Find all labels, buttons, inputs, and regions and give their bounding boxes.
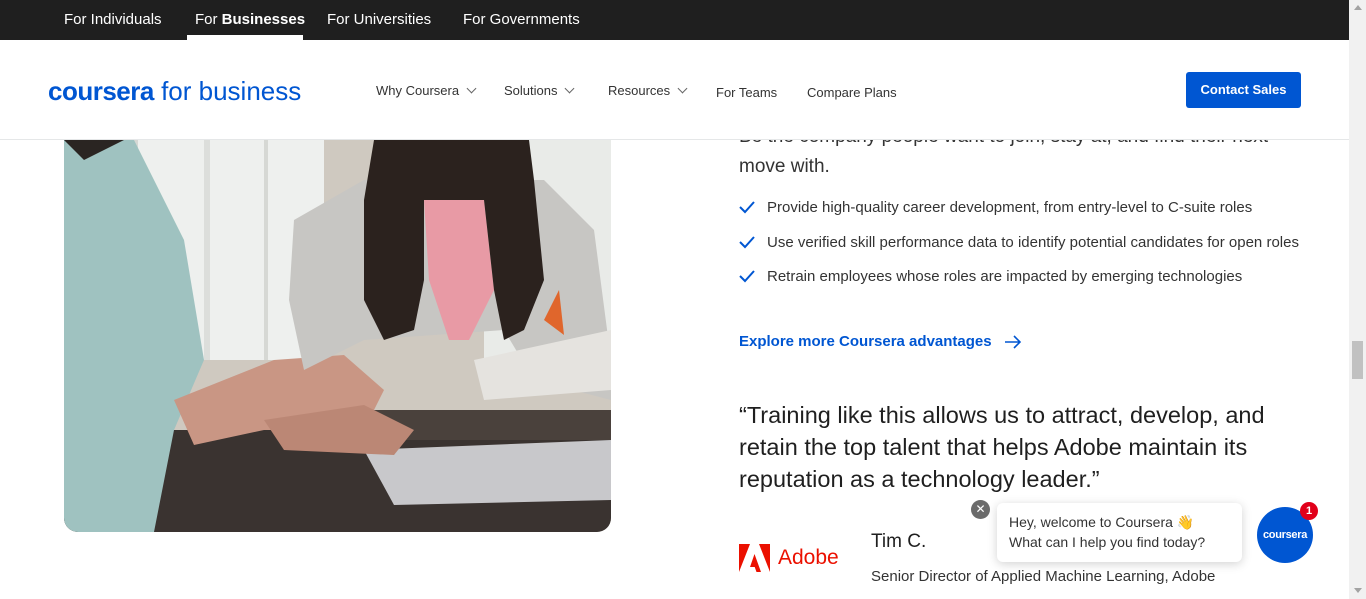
tab-businesses-label: Businesses — [221, 11, 306, 28]
nav-solutions-label: Solutions — [504, 83, 558, 98]
nav-for-teams[interactable]: For Teams — [716, 85, 777, 100]
checkmark-icon — [739, 201, 755, 214]
nav-why-coursera-label: Why Coursera — [376, 83, 460, 98]
testimonial-author: Tim C. — [871, 531, 927, 552]
list-item: Retrain employees whose roles are impact… — [739, 265, 1299, 300]
scroll-up-icon[interactable] — [1354, 5, 1362, 10]
list-item-text: Use verified skill performance data to i… — [767, 233, 1299, 251]
tab-governments[interactable]: For Governments — [463, 0, 580, 40]
nav-resources-label: Resources — [608, 83, 671, 98]
nav-solutions[interactable]: Solutions — [504, 83, 575, 98]
contact-sales-button[interactable]: Contact Sales — [1186, 72, 1301, 108]
benefits-list: Provide high-quality career development,… — [739, 196, 1299, 300]
nav-compare-plans[interactable]: Compare Plans — [807, 85, 897, 100]
checkmark-icon — [739, 270, 755, 283]
nav-why-coursera[interactable]: Why Coursera — [376, 83, 477, 98]
explore-link-label: Explore more Coursera advantages — [739, 333, 992, 350]
testimonial-quote: “Training like this allows us to attract… — [739, 402, 1265, 492]
list-item: Use verified skill performance data to i… — [739, 231, 1299, 266]
chat-close-button[interactable]: ✕ — [971, 500, 990, 519]
logo-brand: coursera — [48, 76, 154, 106]
chevron-down-icon — [565, 83, 575, 94]
checkmark-icon — [739, 235, 755, 248]
audience-bar: For Individuals For Businesses For Unive… — [0, 0, 1349, 40]
tab-individuals[interactable]: For Individuals — [64, 0, 162, 40]
chat-greeting-line1: Hey, welcome to Coursera 👋 — [1009, 514, 1195, 530]
tab-businesses[interactable]: For Businesses — [195, 0, 305, 40]
nav-resources[interactable]: Resources — [608, 83, 688, 98]
business-meeting-photo — [64, 100, 611, 532]
list-item: Provide high-quality career development,… — [739, 196, 1299, 231]
adobe-mark-icon — [739, 544, 770, 572]
explore-advantages-link[interactable]: Explore more Coursera advantages — [739, 333, 1022, 350]
chat-greeting-line2: What can I help you find today? — [1009, 534, 1206, 550]
chevron-down-icon — [466, 83, 477, 94]
page-scrollbar[interactable] — [1349, 0, 1366, 599]
arrow-right-icon — [1004, 335, 1021, 349]
adobe-logo: Adobe — [739, 544, 839, 572]
coursera-business-logo[interactable]: coursera for business — [48, 76, 301, 107]
company-name: Adobe — [778, 546, 839, 569]
testimonial-author-title: Senior Director of Applied Machine Learn… — [871, 568, 1216, 585]
chevron-down-icon — [677, 83, 688, 94]
list-item-text: Provide high-quality career development,… — [767, 199, 1253, 216]
logo-suffix: for business — [153, 76, 302, 106]
scroll-thumb[interactable] — [1352, 341, 1363, 379]
tab-universities[interactable]: For Universities — [327, 0, 431, 40]
list-item-text: Retrain employees whose roles are impact… — [767, 268, 1243, 285]
chat-greeting-bubble[interactable]: Hey, welcome to Coursera 👋 What can I he… — [997, 503, 1242, 562]
scroll-down-icon[interactable] — [1354, 588, 1362, 593]
tab-businesses-prefix: For — [195, 11, 222, 28]
site-header: coursera for business Why Coursera Solut… — [0, 40, 1349, 140]
chat-notification-badge: 1 — [1300, 502, 1318, 520]
